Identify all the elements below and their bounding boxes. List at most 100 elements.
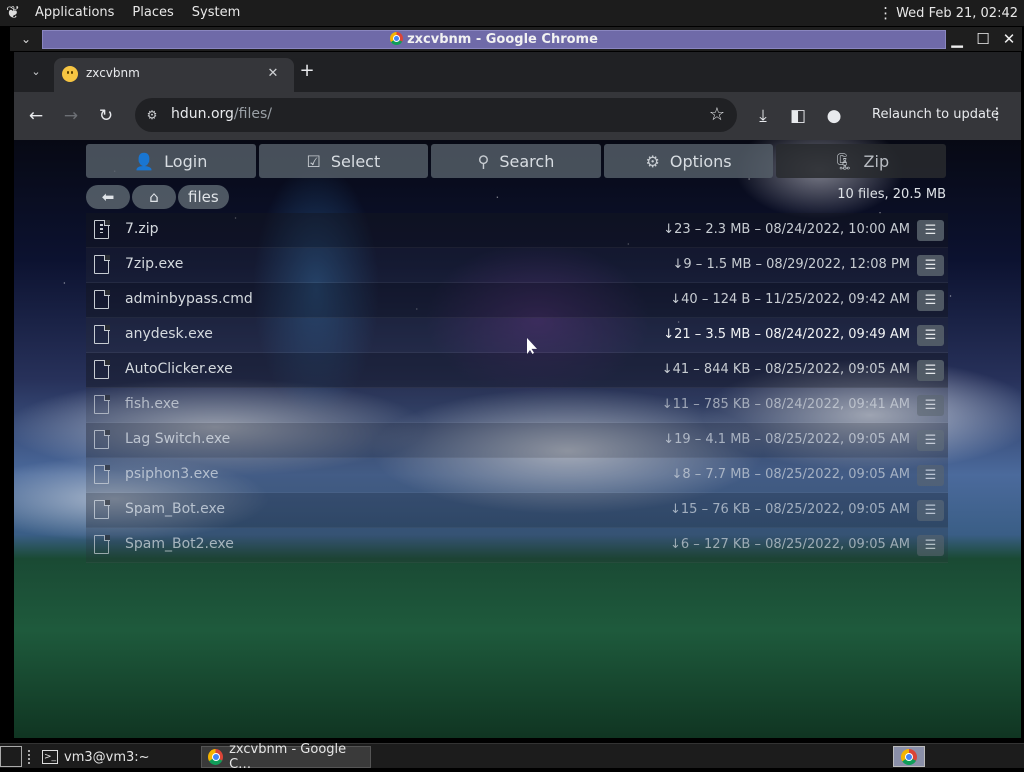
file-name[interactable]: fish.exe (125, 396, 179, 412)
places-menu[interactable]: Places (123, 0, 182, 26)
file-meta: ↓40 – 124 B – 11/25/2022, 09:42 AM (670, 292, 910, 307)
chrome-menu-kebab-icon[interactable]: ⋮ (989, 104, 1005, 123)
taskbar-chrome[interactable]: zxcvbnm - Google C… (201, 742, 371, 772)
file-name[interactable]: 7zip.exe (125, 256, 183, 272)
file-row[interactable]: 7.zip ↓23 – 2.3 MB – 08/24/2022, 10:00 A… (86, 213, 948, 248)
options-button[interactable]: ⚙ Options (603, 144, 774, 178)
file-meta: ↓21 – 3.5 MB – 08/24/2022, 09:49 AM (663, 327, 910, 342)
close-button[interactable]: ✕ (996, 30, 1022, 48)
file-name[interactable]: adminbypass.cmd (125, 291, 253, 307)
reload-icon[interactable]: ↻ (94, 104, 118, 128)
minimize-button[interactable]: ▁ (944, 30, 970, 48)
file-row[interactable]: AutoClicker.exe ↓41 – 844 KB – 08/25/202… (86, 353, 948, 388)
file-meta: ↓41 – 844 KB – 08/25/2022, 09:05 AM (661, 362, 910, 377)
gnome-foot-icon[interactable]: ❦ (0, 0, 26, 26)
file-icon (94, 289, 110, 309)
gear-icon: ⚙ (645, 151, 660, 171)
panel-handle-icon[interactable]: ⋮ (878, 4, 893, 22)
workspace-switcher[interactable] (893, 746, 925, 767)
row-menu-hamburger-icon[interactable]: ☰ (917, 255, 944, 276)
file-meta: ↓11 – 785 KB – 08/24/2022, 09:41 AM (661, 397, 910, 412)
clock[interactable]: Wed Feb 21, 02:42 (892, 6, 1024, 21)
breadcrumb: ⬅ ⌂ files (86, 185, 229, 209)
home-icon[interactable]: ⌂ (132, 185, 176, 209)
file-manager-toolbar: 👤 Login ☑ Select ⚲ Search ⚙ Options 🗜 Zip (86, 144, 946, 178)
tab-zxcvbnm[interactable]: zxcvbnm ✕ (54, 58, 294, 92)
file-icon (94, 464, 110, 484)
zip-button[interactable]: 🗜 Zip (776, 144, 946, 178)
checkbox-icon: ☑ (306, 151, 321, 171)
profile-avatar-icon[interactable]: ● (822, 104, 846, 128)
row-menu-hamburger-icon[interactable]: ☰ (917, 290, 944, 311)
user-icon: 👤 (134, 151, 155, 171)
row-menu-hamburger-icon[interactable]: ☰ (917, 465, 944, 486)
row-menu-hamburger-icon[interactable]: ☰ (917, 220, 944, 241)
back-arrow-icon[interactable]: ⬅ (86, 185, 130, 209)
file-name[interactable]: AutoClicker.exe (125, 361, 233, 377)
applications-menu[interactable]: Applications (26, 0, 123, 26)
new-tab-plus-icon[interactable]: + (297, 61, 317, 81)
row-menu-hamburger-icon[interactable]: ☰ (917, 500, 944, 521)
address-bar[interactable]: ⚙ hdun.org/files/ ☆ (135, 98, 737, 132)
row-menu-hamburger-icon[interactable]: ☰ (917, 325, 944, 346)
file-row[interactable]: fish.exe ↓11 – 785 KB – 08/24/2022, 09:4… (86, 388, 948, 423)
file-row[interactable]: Spam_Bot2.exe ↓6 – 127 KB – 08/25/2022, … (86, 528, 948, 563)
search-button[interactable]: ⚲ Search (431, 144, 601, 178)
window-title: zxcvbnm - Google Chrome (42, 30, 946, 49)
file-meta: ↓6 – 127 KB – 08/25/2022, 09:05 AM (670, 537, 910, 552)
file-name[interactable]: Spam_Bot.exe (125, 501, 225, 517)
side-panel-icon[interactable]: ◧ (786, 104, 810, 128)
file-icon (94, 429, 110, 449)
bookmark-star-icon[interactable]: ☆ (709, 104, 725, 125)
file-meta: ↓23 – 2.3 MB – 08/24/2022, 10:00 AM (663, 222, 910, 237)
row-menu-hamburger-icon[interactable]: ☰ (917, 535, 944, 556)
page-viewport: 👤 Login ☑ Select ⚲ Search ⚙ Options 🗜 Zip ⬅ ⌂… (14, 140, 1021, 738)
maximize-button[interactable]: ☐ (970, 30, 996, 48)
taskbar: >_ vm3@vm3:~ zxcvbnm - Google C… (0, 742, 1024, 772)
file-meta: ↓19 – 4.1 MB – 08/25/2022, 09:05 AM (663, 432, 910, 447)
file-icon (94, 254, 110, 274)
zip-file-icon: 🗜 (833, 151, 854, 171)
window-titlebar[interactable]: ⌄ zxcvbnm - Google Chrome ▁ ☐ ✕ (10, 27, 1022, 51)
row-menu-hamburger-icon[interactable]: ☰ (917, 360, 944, 381)
row-menu-hamburger-icon[interactable]: ☰ (917, 395, 944, 416)
relaunch-to-update-button[interactable]: Relaunch to update (872, 107, 999, 122)
show-desktop-icon[interactable] (0, 746, 22, 767)
file-icon (94, 394, 110, 414)
file-name[interactable]: psiphon3.exe (125, 466, 218, 482)
file-name[interactable]: 7.zip (125, 221, 158, 237)
site-info-tune-icon[interactable]: ⚙ (143, 106, 161, 124)
file-icon (94, 499, 110, 519)
breadcrumb-files[interactable]: files (178, 185, 229, 209)
file-row[interactable]: adminbypass.cmd ↓40 – 124 B – 11/25/2022… (86, 283, 948, 318)
taskbar-terminal[interactable]: >_ vm3@vm3:~ (36, 746, 196, 768)
file-meta: ↓8 – 7.7 MB – 08/25/2022, 09:05 AM (671, 467, 910, 482)
row-menu-hamburger-icon[interactable]: ☰ (917, 430, 944, 451)
forward-arrow-icon[interactable]: → (59, 104, 83, 128)
chrome-icon (901, 748, 917, 765)
file-row[interactable]: psiphon3.exe ↓8 – 7.7 MB – 08/25/2022, 0… (86, 458, 948, 493)
file-row[interactable]: Lag Switch.exe ↓19 – 4.1 MB – 08/25/2022… (86, 423, 948, 458)
file-icon (94, 359, 110, 379)
chrome-window: ⌄ zxcvbnm ✕ + ← → ↻ ⚙ hdun.org/files/ ☆ … (14, 52, 1021, 738)
login-button[interactable]: 👤 Login (86, 144, 256, 178)
terminal-icon: >_ (42, 750, 58, 764)
file-name[interactable]: Spam_Bot2.exe (125, 536, 234, 552)
top-panel: ❦ Applications Places System ⋮ Wed Feb 2… (0, 0, 1024, 26)
file-meta: ↓15 – 76 KB – 08/25/2022, 09:05 AM (670, 502, 910, 517)
file-icon (94, 324, 110, 344)
tab-close-icon[interactable]: ✕ (264, 65, 282, 83)
url-text[interactable]: hdun.org/files/ (171, 106, 272, 122)
back-arrow-icon[interactable]: ← (24, 104, 48, 128)
tab-search-chevron-icon[interactable]: ⌄ (26, 62, 46, 82)
file-row[interactable]: 7zip.exe ↓9 – 1.5 MB – 08/29/2022, 12:08… (86, 248, 948, 283)
file-row[interactable]: anydesk.exe ↓21 – 3.5 MB – 08/24/2022, 0… (86, 318, 948, 353)
download-icon[interactable]: ⤓ (751, 104, 775, 128)
system-menu[interactable]: System (183, 0, 249, 26)
select-button[interactable]: ☑ Select (258, 144, 429, 178)
file-row[interactable]: Spam_Bot.exe ↓15 – 76 KB – 08/25/2022, 0… (86, 493, 948, 528)
file-name[interactable]: Lag Switch.exe (125, 431, 230, 447)
window-menu-chevron-icon[interactable]: ⌄ (10, 27, 42, 51)
file-name[interactable]: anydesk.exe (125, 326, 213, 342)
chrome-icon (390, 32, 404, 45)
